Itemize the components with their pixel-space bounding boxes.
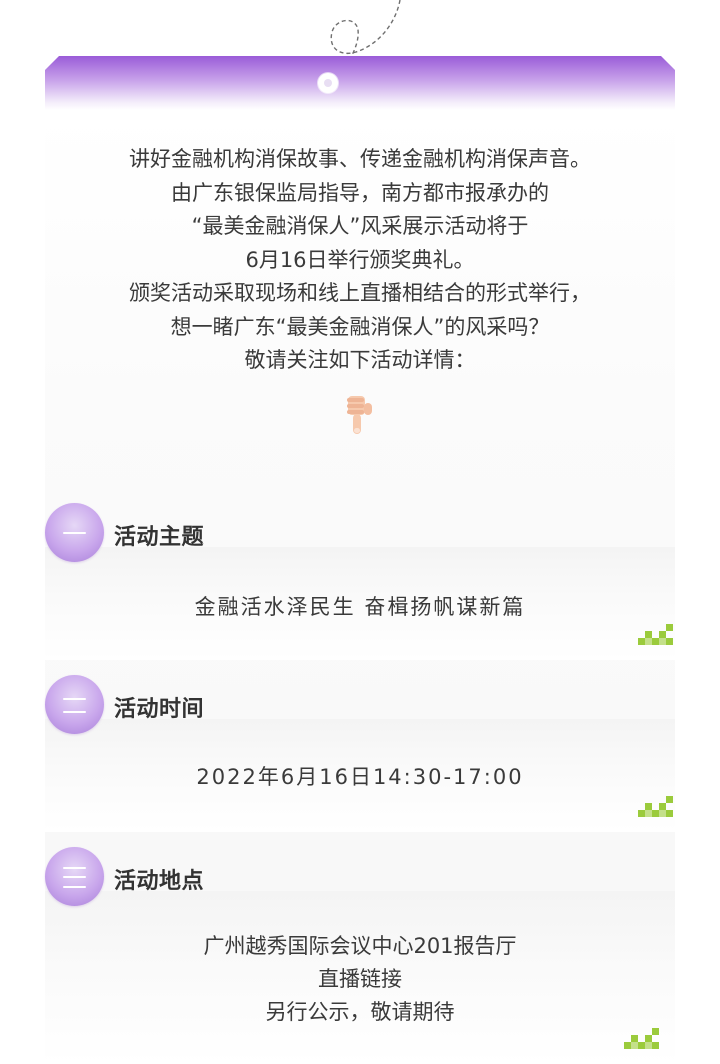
intro-line: 讲好金融机构消保故事、传递金融机构消保声音。 <box>129 147 591 171</box>
intro-line: 颁奖活动采取现场和线上直播相结合的形式举行， <box>129 281 591 305</box>
venue-text: 广州越秀国际会议中心201报告厅 <box>203 934 517 958</box>
section-content: 2022年6月16日14:30-17:00 <box>45 761 675 794</box>
green-checker-decoration <box>638 796 673 817</box>
section-content: 金融活水泽民生 奋楫扬帆谋新篇 <box>45 591 675 624</box>
intro-line: 由广东银保监局指导，南方都市报承办的 <box>171 180 549 205</box>
green-checker-decoration <box>638 624 673 645</box>
theme-text: 金融活水泽民生 奋楫扬帆谋新篇 <box>194 595 526 619</box>
section-content: 广州越秀国际会议中心201报告厅 直播链接 另行公示，敬请期待 <box>45 930 675 1029</box>
pointing-down-hand-icon <box>347 396 372 434</box>
header-banner <box>45 56 675 110</box>
livestream-label: 直播链接 <box>318 967 402 991</box>
section-number-badge <box>45 503 104 562</box>
announcement-text: 另行公示，敬请期待 <box>265 1000 455 1024</box>
intro-line: “最美金融消保人”风采展示活动将于 <box>191 214 529 238</box>
section-title: 活动主题 <box>114 525 205 550</box>
intro-paragraph: 讲好金融机构消保故事、传递金融机构消保声音。 由广东银保监局指导，南方都市报承办… <box>45 143 675 378</box>
intro-line: 6月16日举行颁奖典礼。 <box>245 247 475 272</box>
section-number-badge <box>45 675 104 734</box>
green-checker-decoration <box>624 1028 659 1049</box>
section-title: 活动时间 <box>114 697 205 722</box>
intro-line: 敬请关注如下活动详情： <box>244 348 476 372</box>
banner-dot-decoration <box>318 73 338 93</box>
section-title: 活动地点 <box>114 869 205 894</box>
time-text: 2022年6月16日14:30-17:00 <box>196 765 524 789</box>
intro-line: 想一睹广东“最美金融消保人”的风采吗？ <box>170 314 550 339</box>
section-number-badge <box>45 847 104 906</box>
